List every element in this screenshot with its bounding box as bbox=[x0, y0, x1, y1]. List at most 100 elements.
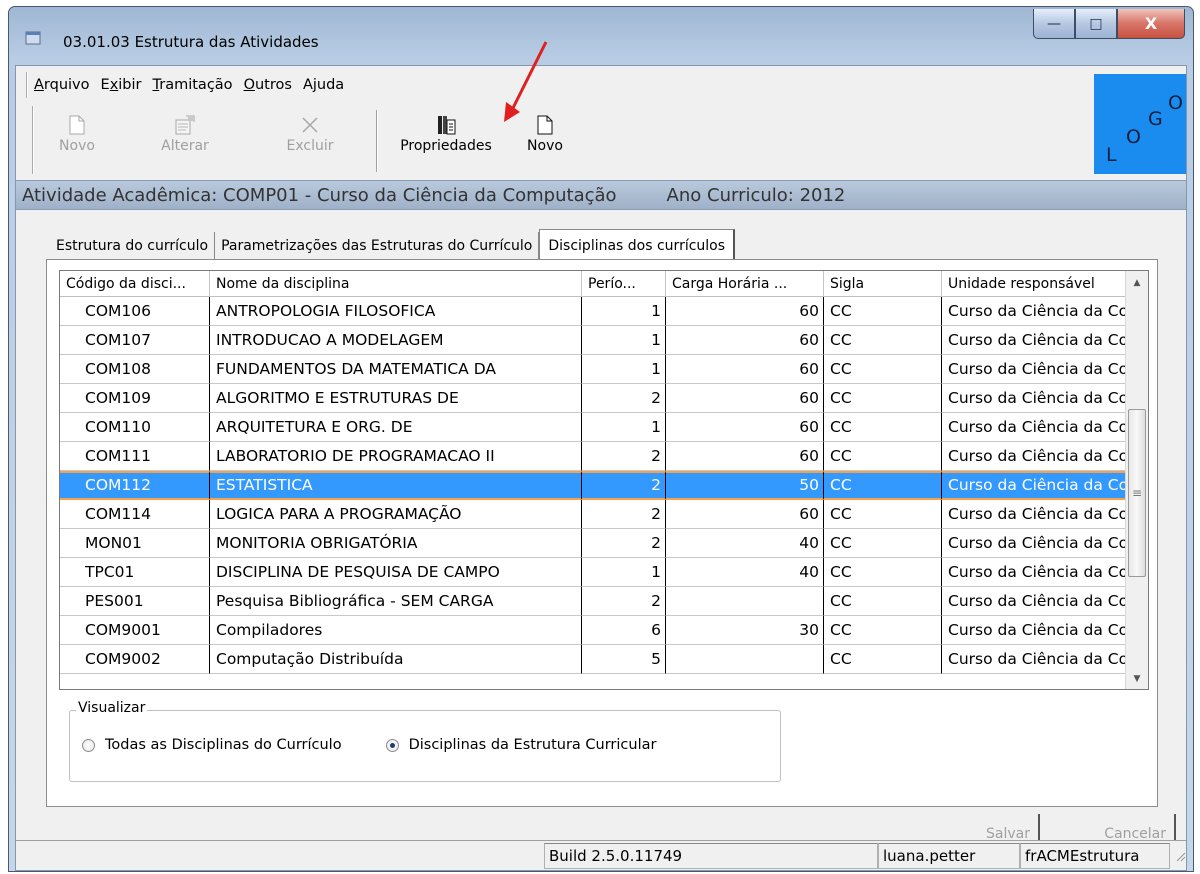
radio-estrutura-label[interactable]: Disciplinas da Estrutura Curricular bbox=[409, 737, 657, 753]
menu-arquivo[interactable]: Arquivo bbox=[34, 77, 90, 93]
disciplinas-tab-panel: Código da disci... Nome da disciplina Pe… bbox=[46, 259, 1158, 807]
cell-periodo: 1 bbox=[582, 296, 666, 326]
table-row[interactable]: COM109 ALGORITMO E ESTRUTURAS DE 2 60 CC Curs… bbox=[60, 383, 1148, 413]
status-build: Build 2.5.0.11749 bbox=[544, 842, 878, 869]
alterar-toolbar-button[interactable]: Alterar bbox=[120, 106, 250, 174]
table-row[interactable]: COM114 LOGICA PARA A PROGRAMAÇÃO 2 60 CC Curs… bbox=[60, 499, 1148, 529]
column-header-carga[interactable]: Carga Horária ... bbox=[666, 271, 824, 297]
cell-unidade: Curso da Ciência da Co bbox=[942, 325, 1126, 355]
tab-disciplinas-curriculos[interactable]: Disciplinas dos currículos bbox=[539, 229, 736, 261]
cell-sigla: CC bbox=[824, 412, 942, 442]
cell-unidade: Curso da Ciência da Co bbox=[942, 354, 1126, 384]
cell-unidade: Curso da Ciência da Co bbox=[942, 296, 1126, 326]
cell-carga: 60 bbox=[666, 325, 824, 355]
cell-nome: ESTATISTICA bbox=[210, 470, 582, 500]
cell-carga: 60 bbox=[666, 354, 824, 384]
cell-unidade: Curso da Ciência da Co bbox=[942, 615, 1126, 645]
application-window: 03.01.03 Estrutura das Atividades — □ X … bbox=[8, 6, 1194, 872]
propriedades-toolbar-button[interactable]: Propriedades bbox=[384, 106, 508, 174]
novo2-label: Novo bbox=[527, 138, 563, 154]
cell-nome: INTRODUCAO A MODELAGEM bbox=[210, 325, 582, 355]
cell-codigo: COM114 bbox=[60, 499, 210, 529]
menu-tramitao[interactable]: Tramitação bbox=[153, 77, 233, 93]
cell-carga: 40 bbox=[666, 528, 824, 558]
cell-codigo: COM107 bbox=[60, 325, 210, 355]
table-row[interactable]: COM107 INTRODUCAO A MODELAGEM 1 60 CC Curso d… bbox=[60, 325, 1148, 355]
cell-sigla: CC bbox=[824, 499, 942, 529]
title-bar[interactable]: 03.01.03 Estrutura das Atividades — □ X bbox=[9, 7, 1193, 65]
scroll-down-arrow-icon[interactable]: ▼ bbox=[1126, 667, 1148, 689]
radio-estrutura-curricular[interactable] bbox=[385, 738, 399, 752]
column-header-codigo[interactable]: Código da disci... bbox=[60, 271, 210, 297]
atividade-text: Atividade Acadêmica: COMP01 - Curso da C… bbox=[22, 184, 617, 206]
menu-ajuda[interactable]: Ajuda bbox=[303, 77, 344, 93]
radio-todas-label[interactable]: Todas as Disciplinas do Currículo bbox=[105, 737, 342, 753]
minimize-button[interactable]: — bbox=[1033, 9, 1075, 39]
visualizar-options: Todas as Disciplinas do Currículo Discip… bbox=[82, 737, 700, 753]
minimize-icon: — bbox=[1047, 15, 1061, 32]
table-row[interactable]: COM112 ESTATISTICA 2 50 CC Curso da Ciência d… bbox=[60, 470, 1148, 500]
radio-todas-disciplinas[interactable] bbox=[82, 738, 95, 752]
cell-nome: FUNDAMENTOS DA MATEMATICA DA bbox=[210, 354, 582, 384]
scroll-up-arrow-icon[interactable]: ▲ bbox=[1126, 271, 1148, 295]
tab-label: Parametrizações das Estruturas do Curríc… bbox=[221, 238, 533, 254]
toolbar-separator bbox=[376, 110, 378, 172]
cell-sigla: CC bbox=[824, 586, 942, 616]
cell-sigla: CC bbox=[824, 441, 942, 471]
scroll-thumb[interactable]: ≡ bbox=[1128, 409, 1146, 577]
cell-sigla: CC bbox=[824, 557, 942, 587]
cell-carga: 60 bbox=[666, 412, 824, 442]
menu-outros[interactable]: Outros bbox=[244, 77, 292, 93]
logo-letter-2: O bbox=[1126, 126, 1141, 148]
column-header-unidade[interactable]: Unidade responsável bbox=[942, 271, 1126, 297]
activity-info-bar: Atividade Acadêmica: COMP01 - Curso da C… bbox=[16, 180, 1186, 210]
close-button[interactable]: X bbox=[1117, 9, 1185, 39]
vertical-scrollbar[interactable]: ▲ ≡ ▼ bbox=[1125, 271, 1148, 689]
table-row[interactable]: MON01 MONITORIA OBRIGATÓRIA 2 40 CC Curso da … bbox=[60, 528, 1148, 558]
cell-codigo: COM106 bbox=[60, 296, 210, 326]
novo-toolbar-button[interactable]: Novo bbox=[34, 106, 120, 174]
table-row[interactable]: COM9001 Compiladores 6 30 CC Curso da Ciência… bbox=[60, 615, 1148, 645]
cell-nome: DISCIPLINA DE PESQUISA DE CAMPO bbox=[210, 557, 582, 587]
cell-carga bbox=[666, 586, 824, 616]
disciplinas-grid: Código da disci... Nome da disciplina Pe… bbox=[59, 270, 1149, 690]
cell-unidade: Curso da Ciência da Co bbox=[942, 441, 1126, 471]
cell-unidade: Curso da Ciência da Co bbox=[942, 383, 1126, 413]
tab-estrutura-curriculo[interactable]: Estrutura do currículo bbox=[50, 232, 216, 260]
cell-periodo: 5 bbox=[582, 644, 666, 674]
cell-unidade: Curso da Ciência da Co bbox=[942, 644, 1126, 674]
table-row[interactable]: COM110 ARQUITETURA E ORG. DE 1 60 CC Curso da… bbox=[60, 412, 1148, 442]
cell-nome: ALGORITMO E ESTRUTURAS DE bbox=[210, 383, 582, 413]
cell-unidade: Curso da Ciência da Co bbox=[942, 557, 1126, 587]
tab-label: Disciplinas dos currículos bbox=[548, 237, 726, 254]
excluir-toolbar-button[interactable]: Excluir bbox=[250, 106, 370, 174]
column-header-periodo[interactable]: Perío... bbox=[582, 271, 666, 297]
cell-periodo: 2 bbox=[582, 470, 666, 500]
cell-nome: LABORATORIO DE PROGRAMACAO II bbox=[210, 441, 582, 471]
column-header-sigla[interactable]: Sigla bbox=[824, 271, 942, 297]
cell-unidade: Curso da Ciência da Co bbox=[942, 528, 1126, 558]
cell-sigla: CC bbox=[824, 325, 942, 355]
menu-exibir[interactable]: Exibir bbox=[101, 77, 142, 93]
status-form: frACMEstrutura bbox=[1020, 842, 1170, 869]
tab-parametrizacoes[interactable]: Parametrizações das Estruturas do Curríc… bbox=[215, 232, 540, 260]
resize-grip-icon[interactable] bbox=[1170, 843, 1186, 869]
column-header-nome[interactable]: Nome da disciplina bbox=[210, 271, 582, 297]
new-document-icon bbox=[69, 112, 85, 138]
table-row[interactable]: COM108 FUNDAMENTOS DA MATEMATICA DA 1 60 CC C… bbox=[60, 354, 1148, 384]
maximize-button[interactable]: □ bbox=[1075, 9, 1117, 39]
table-row[interactable]: TPC01 DISCIPLINA DE PESQUISA DE CAMPO 1 40 C… bbox=[60, 557, 1148, 587]
table-row[interactable]: COM106 ANTROPOLOGIA FILOSOFICA 1 60 CC Curso … bbox=[60, 296, 1148, 326]
logo-letter-1: L bbox=[1106, 144, 1117, 166]
table-row[interactable]: COM9002 Computação Distribuída 5 CC Curso da… bbox=[60, 644, 1148, 674]
table-row[interactable]: PES001 Pesquisa Bibliográfica - SEM CARGA… bbox=[60, 586, 1148, 616]
cell-nome: Computação Distribuída bbox=[210, 644, 582, 674]
grid-body: COM106 ANTROPOLOGIA FILOSOFICA 1 60 CC Curso … bbox=[60, 296, 1148, 674]
cell-codigo: COM109 bbox=[60, 383, 210, 413]
table-row[interactable]: COM111 LABORATORIO DE PROGRAMACAO II 2 60 CC… bbox=[60, 441, 1148, 471]
window-title: 03.01.03 Estrutura das Atividades bbox=[63, 33, 319, 51]
annotation-arrow-icon bbox=[504, 41, 548, 122]
visualizar-legend: Visualizar bbox=[76, 700, 148, 716]
logo-letter-4: O bbox=[1168, 92, 1183, 114]
cell-codigo: COM9001 bbox=[60, 615, 210, 645]
